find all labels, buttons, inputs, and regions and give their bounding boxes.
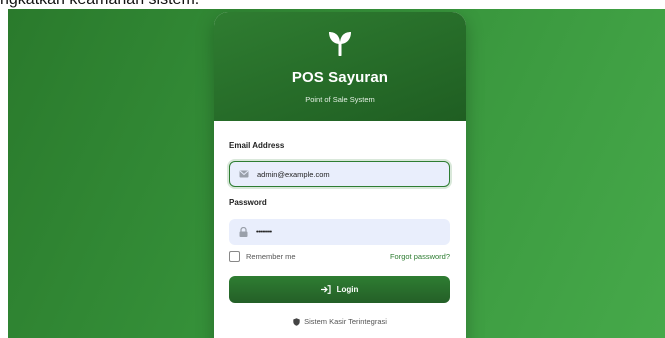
- app-subtitle: Point of Sale System: [305, 95, 375, 104]
- page-caption-fragment: ngkatkan keamanan sistem.: [0, 0, 199, 9]
- password-label: Password: [229, 198, 267, 207]
- login-button[interactable]: Login: [229, 276, 450, 303]
- lock-icon: [238, 227, 248, 237]
- sign-in-icon: [320, 285, 331, 294]
- email-value: admin@example.com: [257, 169, 330, 179]
- remember-me[interactable]: Remember me: [229, 251, 296, 262]
- email-field[interactable]: admin@example.com: [229, 161, 450, 187]
- login-card: POS Sayuran Point of Sale System Email A…: [214, 12, 466, 338]
- footer-text: Sistem Kasir Terintegrasi: [304, 317, 387, 326]
- shield-icon: [293, 317, 300, 326]
- email-label: Email Address: [229, 141, 285, 150]
- password-value: ••••••••: [256, 228, 272, 236]
- sprout-icon: [329, 32, 351, 56]
- card-footer: Sistem Kasir Terintegrasi: [214, 317, 466, 326]
- card-header: POS Sayuran Point of Sale System: [214, 12, 466, 121]
- remember-label: Remember me: [246, 252, 296, 261]
- login-label: Login: [336, 285, 359, 294]
- password-field[interactable]: ••••••••: [229, 219, 450, 245]
- forgot-password-link[interactable]: Forgot password?: [390, 252, 450, 261]
- remember-checkbox[interactable]: [229, 251, 240, 262]
- app-title: POS Sayuran: [291, 69, 389, 86]
- envelope-icon: [239, 169, 249, 179]
- login-page-background: POS Sayuran Point of Sale System Email A…: [8, 9, 665, 338]
